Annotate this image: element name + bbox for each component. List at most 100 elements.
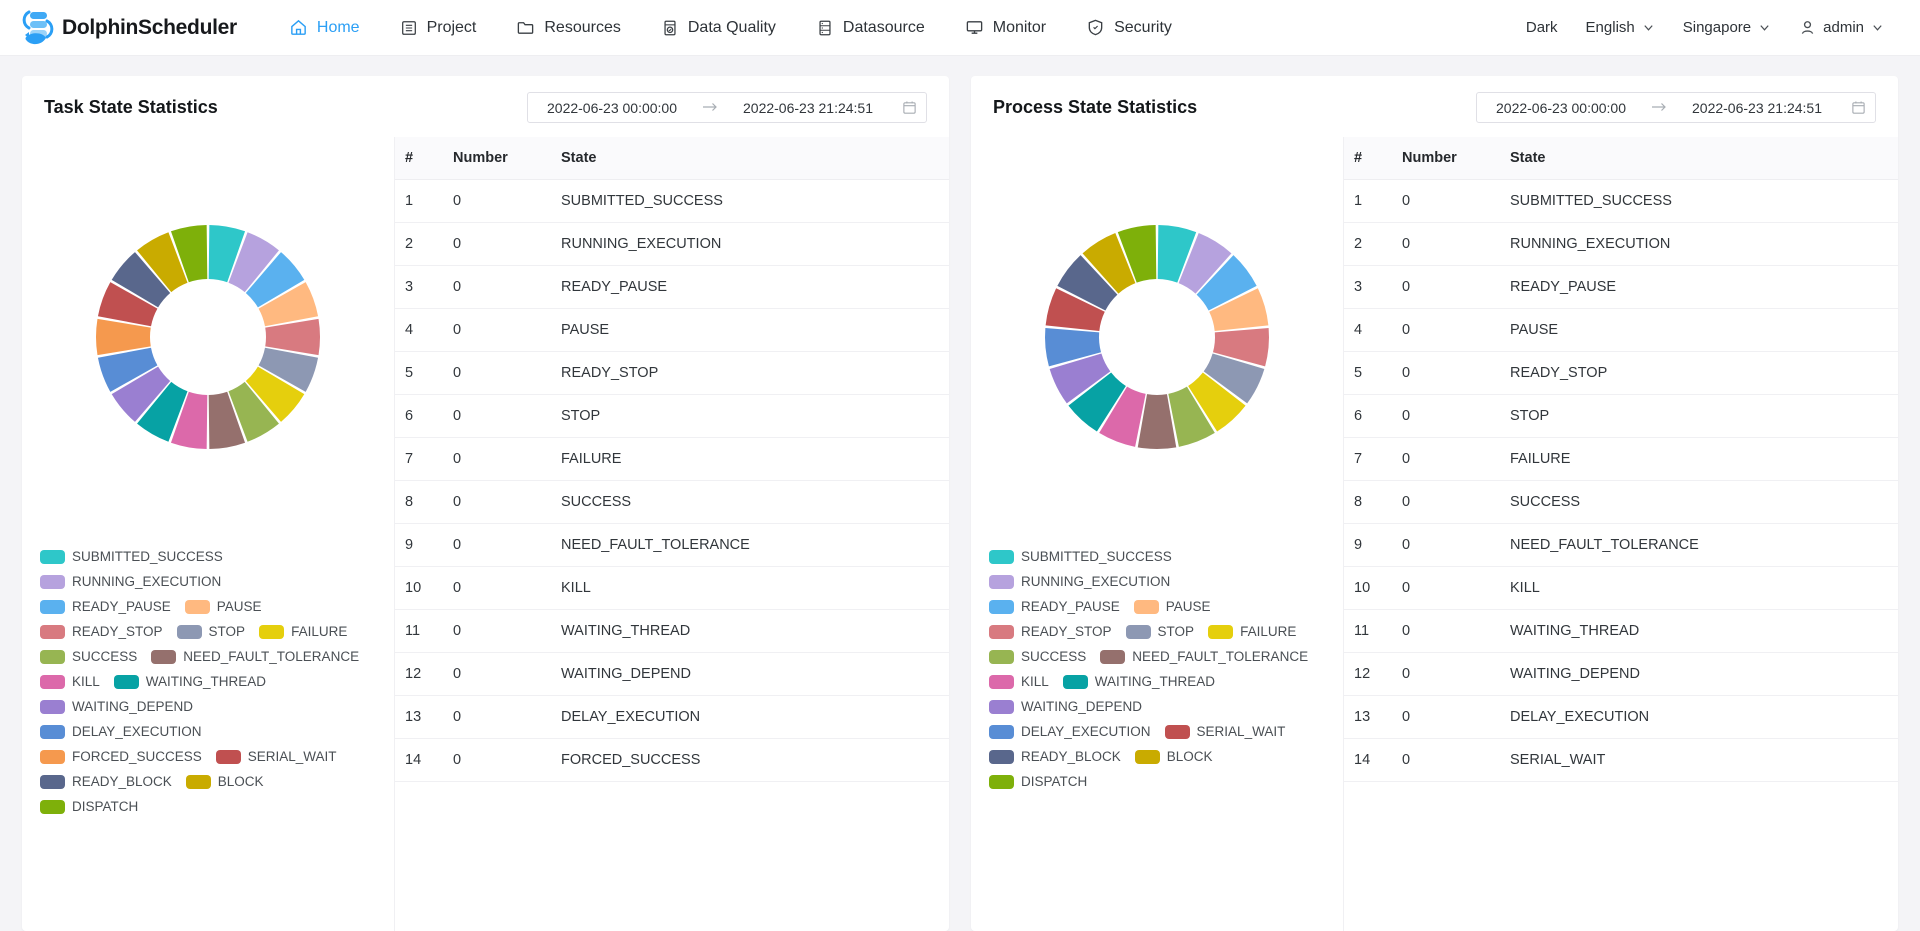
table-row: 90NEED_FAULT_TOLERANCE <box>395 524 949 567</box>
legend-item-pause[interactable]: PAUSE <box>185 599 262 614</box>
legend-label: SERIAL_WAIT <box>248 749 337 764</box>
nav-item-monitor[interactable]: Monitor <box>945 0 1066 56</box>
row-index: 4 <box>1344 309 1392 352</box>
date-range-end-input[interactable]: 2022-06-23 21:24:51 <box>1673 100 1841 116</box>
page-title-process-state: Process State Statistics <box>993 97 1197 118</box>
legend-item-delay-execution[interactable]: DELAY_EXECUTION <box>989 724 1151 739</box>
table-row: 10SUBMITTED_SUCCESS <box>1344 180 1898 223</box>
task-state-date-range-picker[interactable]: 2022-06-23 00:00:00 2022-06-23 21:24:51 <box>527 92 927 123</box>
legend-item-submitted-success[interactable]: SUBMITTED_SUCCESS <box>989 549 1172 564</box>
legend-item-waiting-thread[interactable]: WAITING_THREAD <box>1063 674 1215 689</box>
timezone-selector[interactable]: Singapore <box>1669 0 1785 56</box>
data-quality-icon <box>661 19 679 37</box>
legend-item-ready-block[interactable]: READY_BLOCK <box>40 774 172 789</box>
legend-item-kill[interactable]: KILL <box>40 674 100 689</box>
nav-item-datasource-label: Datasource <box>843 19 925 37</box>
legend-label: KILL <box>72 674 100 689</box>
nav-item-data-quality[interactable]: Data Quality <box>641 0 796 56</box>
date-range-end-input[interactable]: 2022-06-23 21:24:51 <box>724 100 892 116</box>
calendar-icon[interactable] <box>1841 100 1875 115</box>
col-header-state: State <box>551 137 949 180</box>
row-state: SUBMITTED_SUCCESS <box>551 180 949 223</box>
legend-item-ready-stop[interactable]: READY_STOP <box>40 624 163 639</box>
legend-item-running-execution[interactable]: RUNNING_EXECUTION <box>989 574 1170 589</box>
legend-item-block[interactable]: BLOCK <box>186 774 264 789</box>
legend-item-success[interactable]: SUCCESS <box>40 649 137 664</box>
nav-item-resources[interactable]: Resources <box>496 0 640 56</box>
task-state-chart-legend: SUBMITTED_SUCCESS RUNNING_EXECUTION READY_… <box>22 537 394 834</box>
legend-swatch <box>989 600 1014 614</box>
dashboard-content: Task State Statistics 2022-06-23 00:00:0… <box>0 56 1920 931</box>
legend-item-ready-pause[interactable]: READY_PAUSE <box>989 599 1120 614</box>
row-number: 0 <box>1392 567 1500 610</box>
legend-item-ready-stop[interactable]: READY_STOP <box>989 624 1112 639</box>
row-state: DELAY_EXECUTION <box>551 696 949 739</box>
legend-item-stop[interactable]: STOP <box>177 624 246 639</box>
legend-item-waiting-thread[interactable]: WAITING_THREAD <box>114 674 266 689</box>
process-state-date-range-picker[interactable]: 2022-06-23 00:00:00 2022-06-23 21:24:51 <box>1476 92 1876 123</box>
legend-item-need-fault-tolerance[interactable]: NEED_FAULT_TOLERANCE <box>151 649 359 664</box>
legend-label: FORCED_SUCCESS <box>72 749 202 764</box>
table-row: 140FORCED_SUCCESS <box>395 739 949 782</box>
theme-toggle-button[interactable]: Dark <box>1512 0 1572 56</box>
legend-item-serial-wait[interactable]: SERIAL_WAIT <box>216 749 337 764</box>
legend-swatch <box>989 750 1014 764</box>
nav-item-security[interactable]: Security <box>1066 0 1192 56</box>
legend-label: WAITING_THREAD <box>146 674 266 689</box>
row-index: 12 <box>1344 653 1392 696</box>
legend-swatch <box>989 575 1014 589</box>
row-state: KILL <box>551 567 949 610</box>
process-state-table: # Number State 10SUBMITTED_SUCCESS20RUNN… <box>1344 137 1898 782</box>
legend-item-serial-wait[interactable]: SERIAL_WAIT <box>1165 724 1286 739</box>
legend-item-block[interactable]: BLOCK <box>1135 749 1213 764</box>
nav-item-home[interactable]: Home <box>269 0 380 56</box>
language-selector[interactable]: English <box>1572 0 1669 56</box>
row-index: 8 <box>1344 481 1392 524</box>
legend-item-waiting-depend[interactable]: WAITING_DEPEND <box>40 699 193 714</box>
row-number: 0 <box>1392 309 1500 352</box>
date-range-start-input[interactable]: 2022-06-23 00:00:00 <box>528 100 696 116</box>
legend-label: READY_PAUSE <box>1021 599 1120 614</box>
legend-item-delay-execution[interactable]: DELAY_EXECUTION <box>40 724 202 739</box>
legend-item-failure[interactable]: FAILURE <box>1208 624 1296 639</box>
legend-item-dispatch[interactable]: DISPATCH <box>40 799 138 814</box>
legend-label: WAITING_DEPEND <box>1021 699 1142 714</box>
brand-logo-area[interactable]: DolphinScheduler <box>16 8 237 48</box>
user-menu[interactable]: admin <box>1785 0 1898 56</box>
legend-item-need-fault-tolerance[interactable]: NEED_FAULT_TOLERANCE <box>1100 649 1308 664</box>
row-state: READY_STOP <box>1500 352 1898 395</box>
col-header-index: # <box>1344 137 1392 180</box>
legend-item-success[interactable]: SUCCESS <box>989 649 1086 664</box>
legend-item-ready-pause[interactable]: READY_PAUSE <box>40 599 171 614</box>
legend-item-waiting-depend[interactable]: WAITING_DEPEND <box>989 699 1142 714</box>
legend-item-running-execution[interactable]: RUNNING_EXECUTION <box>40 574 221 589</box>
legend-item-ready-block[interactable]: READY_BLOCK <box>989 749 1121 764</box>
legend-swatch <box>1100 650 1125 664</box>
nav-item-datasource[interactable]: Datasource <box>796 0 945 56</box>
legend-item-pause[interactable]: PAUSE <box>1134 599 1211 614</box>
process-state-chart-column: SUBMITTED_SUCCESS RUNNING_EXECUTION READY_… <box>971 137 1343 931</box>
table-row: 70FAILURE <box>395 438 949 481</box>
date-range-start-input[interactable]: 2022-06-23 00:00:00 <box>1477 100 1645 116</box>
legend-item-kill[interactable]: KILL <box>989 674 1049 689</box>
task-state-donut-chart[interactable] <box>22 137 394 537</box>
legend-item-failure[interactable]: FAILURE <box>259 624 347 639</box>
row-index: 9 <box>1344 524 1392 567</box>
legend-swatch <box>40 675 65 689</box>
legend-label: KILL <box>1021 674 1049 689</box>
row-number: 0 <box>443 739 551 782</box>
chevron-down-icon <box>1758 21 1771 34</box>
legend-label: SERIAL_WAIT <box>1197 724 1286 739</box>
process-state-donut-chart[interactable] <box>971 137 1343 537</box>
nav-item-project[interactable]: Project <box>380 0 497 56</box>
table-row: 110WAITING_THREAD <box>1344 610 1898 653</box>
calendar-icon[interactable] <box>892 100 926 115</box>
legend-item-dispatch[interactable]: DISPATCH <box>989 774 1087 789</box>
col-header-state: State <box>1500 137 1898 180</box>
legend-item-submitted-success[interactable]: SUBMITTED_SUCCESS <box>40 549 223 564</box>
table-row: 140SERIAL_WAIT <box>1344 739 1898 782</box>
legend-item-stop[interactable]: STOP <box>1126 624 1195 639</box>
table-row: 80SUCCESS <box>395 481 949 524</box>
legend-item-forced-success[interactable]: FORCED_SUCCESS <box>40 749 202 764</box>
legend-swatch <box>40 625 65 639</box>
